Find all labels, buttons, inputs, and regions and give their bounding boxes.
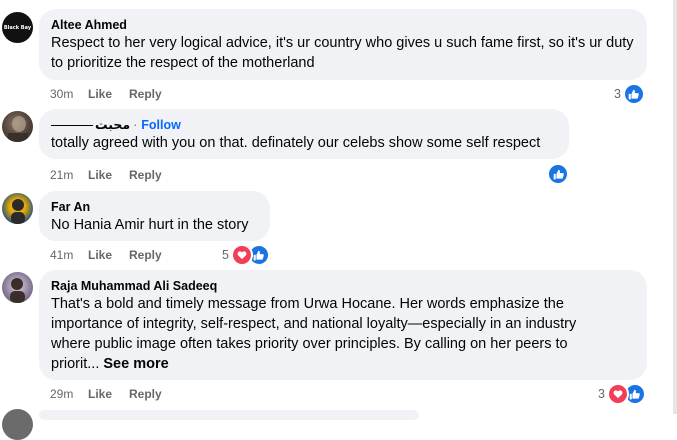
- comment-bubble: [39, 410, 419, 420]
- scrollbar[interactable]: [673, 0, 677, 414]
- comment-bubble: Altee Ahmed Respect to her very logical …: [39, 9, 647, 80]
- comment-author[interactable]: Raja Muhammad Ali Sadeeq: [51, 278, 635, 294]
- avatar-person-icon: [10, 278, 25, 303]
- reply-button[interactable]: Reply: [129, 387, 162, 401]
- like-icon: [547, 163, 569, 185]
- comment-actions: 21m Like Reply: [50, 168, 179, 182]
- comment-time[interactable]: 30m: [50, 87, 88, 101]
- comment-bubble: Raja Muhammad Ali Sadeeq That's a bold a…: [39, 270, 647, 380]
- comment-text: No Hania Amir hurt in the story: [51, 217, 249, 233]
- author-name: Altee Ahmed: [51, 18, 127, 32]
- comment-bubble: محبت · Follow totally agreed with you on…: [39, 109, 569, 159]
- avatar-person-icon: [11, 199, 25, 224]
- follow-button[interactable]: Follow: [141, 117, 181, 133]
- comment-time[interactable]: 41m: [50, 248, 88, 262]
- name-dot: ·: [133, 118, 138, 132]
- comment-text: Respect to her very logical advice, it's…: [51, 35, 634, 71]
- comment-text-line: priorit... See more: [51, 354, 635, 374]
- avatar[interactable]: [2, 111, 33, 142]
- comment-text-line: where public image often takes priority …: [51, 336, 568, 352]
- comment-text-line: That's a bold and timely message from Ur…: [51, 296, 564, 312]
- avatar[interactable]: Black Bay: [2, 12, 33, 43]
- reaction-summary[interactable]: 3: [598, 383, 646, 405]
- reply-button[interactable]: Reply: [129, 248, 162, 262]
- like-button[interactable]: Like: [88, 248, 112, 262]
- love-icon: [606, 383, 629, 405]
- author-name[interactable]: محبت: [95, 117, 130, 133]
- avatar-silhouette-icon: [8, 116, 28, 142]
- comment-bubble: Far An No Hania Amir hurt in the story: [39, 191, 270, 241]
- reaction-count: 5: [222, 248, 229, 262]
- comment-text: totally agreed with you on that. definat…: [51, 135, 541, 151]
- comment-text-line: importance of integrity, self-respect, a…: [51, 316, 577, 332]
- reaction-summary[interactable]: [547, 163, 569, 185]
- like-icon: [622, 83, 645, 105]
- reaction-count: 3: [598, 387, 605, 401]
- reply-button[interactable]: Reply: [129, 87, 162, 101]
- comment-author[interactable]: Altee Ahmed: [51, 17, 635, 33]
- reaction-summary[interactable]: 5: [222, 244, 270, 266]
- comment-author: محبت · Follow: [51, 117, 557, 133]
- like-button[interactable]: Like: [88, 168, 112, 182]
- like-button[interactable]: Like: [88, 87, 112, 101]
- truncated-text: priorit...: [51, 356, 100, 372]
- author-name: Far An: [51, 200, 91, 214]
- comment-actions: 30m Like Reply: [50, 87, 179, 101]
- comment-author[interactable]: Far An: [51, 199, 258, 215]
- name-underline-decoration: [51, 124, 93, 126]
- avatar-logo-text: Black Bay: [3, 24, 32, 31]
- love-icon: [230, 244, 253, 266]
- reaction-summary[interactable]: 3: [614, 83, 645, 105]
- comment-actions: 41m Like Reply: [50, 248, 179, 262]
- reaction-count: 3: [614, 87, 621, 101]
- comment-time[interactable]: 29m: [50, 387, 88, 401]
- author-name: Raja Muhammad Ali Sadeeq: [51, 279, 218, 293]
- avatar[interactable]: [2, 272, 33, 303]
- see-more-link[interactable]: See more: [103, 356, 168, 372]
- reply-button[interactable]: Reply: [129, 168, 162, 182]
- avatar[interactable]: [2, 193, 33, 224]
- comment-time[interactable]: 21m: [50, 168, 88, 182]
- comment-actions: 29m Like Reply: [50, 387, 179, 401]
- like-button[interactable]: Like: [88, 387, 112, 401]
